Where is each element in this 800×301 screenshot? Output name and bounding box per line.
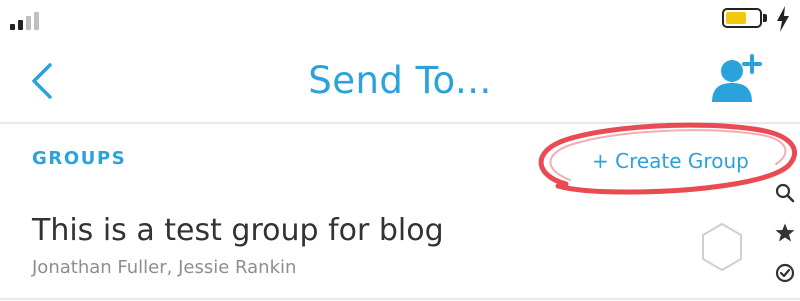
search-icon[interactable] bbox=[774, 182, 796, 204]
add-friend-icon bbox=[712, 54, 762, 102]
group-members: Jonathan Fuller, Jessie Rankin bbox=[32, 257, 297, 278]
add-friend-button[interactable] bbox=[708, 54, 766, 106]
battery-icon bbox=[722, 8, 768, 30]
group-list-item[interactable]: This is a test group for blog Jonathan F… bbox=[0, 200, 760, 296]
page-title: Send To... bbox=[308, 59, 492, 102]
navigation-bar: Send To... bbox=[0, 40, 800, 122]
charging-bolt-icon bbox=[777, 6, 789, 32]
groups-section-label: GROUPS bbox=[32, 148, 127, 169]
group-name: This is a test group for blog bbox=[32, 213, 444, 248]
side-index bbox=[770, 182, 800, 292]
clock-icon[interactable] bbox=[774, 262, 796, 284]
create-group-button[interactable]: + Create Group bbox=[592, 148, 749, 174]
star-icon[interactable] bbox=[774, 222, 796, 244]
select-hexagon-icon[interactable] bbox=[700, 222, 744, 272]
row-divider bbox=[0, 298, 800, 300]
header-divider bbox=[0, 122, 800, 124]
status-bar bbox=[0, 0, 800, 40]
signal-icon bbox=[10, 10, 44, 30]
